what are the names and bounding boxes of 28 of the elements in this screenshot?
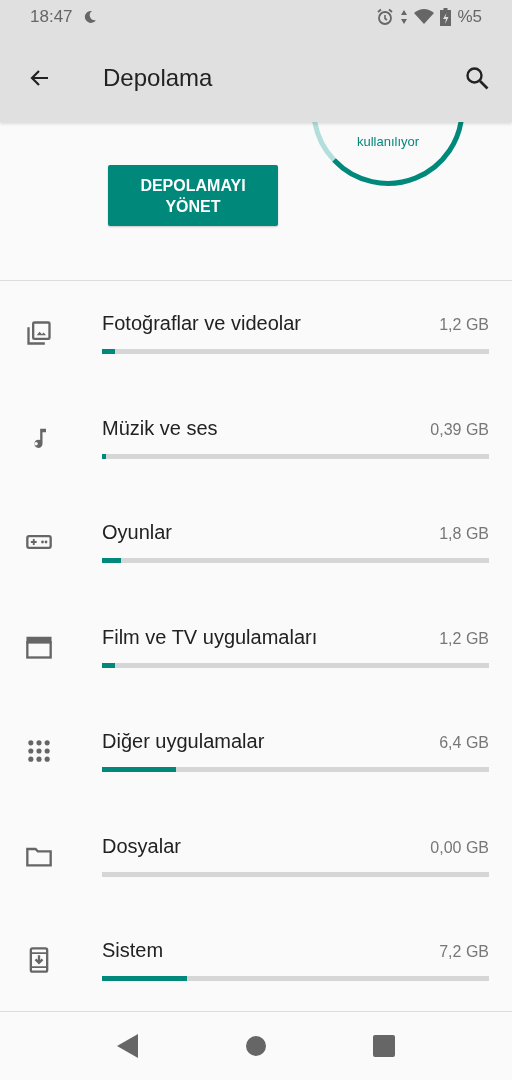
battery-percent: %5 xyxy=(457,7,482,27)
data-arrows-icon xyxy=(400,9,409,25)
screen-title: Depolama xyxy=(103,64,214,92)
category-size: 6,4 GB xyxy=(439,734,489,753)
category-name[interactable]: Film ve TV uygulamaları xyxy=(102,625,318,649)
home-circle-icon[interactable] xyxy=(246,1036,266,1056)
category-size: 1,8 GB xyxy=(439,525,489,544)
category-name[interactable]: Fotoğraflar ve videolar xyxy=(102,312,301,336)
photo-stack-icon xyxy=(25,319,53,348)
category-name[interactable]: Müzik ve ses xyxy=(102,416,218,440)
search-icon[interactable] xyxy=(464,65,490,91)
moon-icon xyxy=(82,10,97,24)
battery-icon xyxy=(440,8,452,26)
category-name[interactable]: Diğer uygulamalar xyxy=(102,730,265,754)
category-size: 0,39 GB xyxy=(430,420,489,439)
back-triangle-icon[interactable] xyxy=(117,1034,139,1058)
category-name[interactable]: Oyunlar xyxy=(102,521,173,545)
manage-storage-button[interactable]: DEPOLAMAYI YÖNET xyxy=(108,165,278,226)
category-size: 7,2 GB xyxy=(439,943,489,962)
usage-label: kullanılıyor xyxy=(355,134,421,149)
category-size: 1,2 GB xyxy=(439,629,489,648)
category-size: 1,2 GB xyxy=(439,316,489,335)
category-name[interactable]: Sistem xyxy=(102,939,164,963)
category-size: 0,00 GB xyxy=(430,838,489,857)
clock-time: 18:47 xyxy=(30,7,73,27)
wifi-icon xyxy=(414,9,435,25)
alarm-icon xyxy=(376,8,395,26)
category-name[interactable]: Dosyalar xyxy=(102,834,181,858)
